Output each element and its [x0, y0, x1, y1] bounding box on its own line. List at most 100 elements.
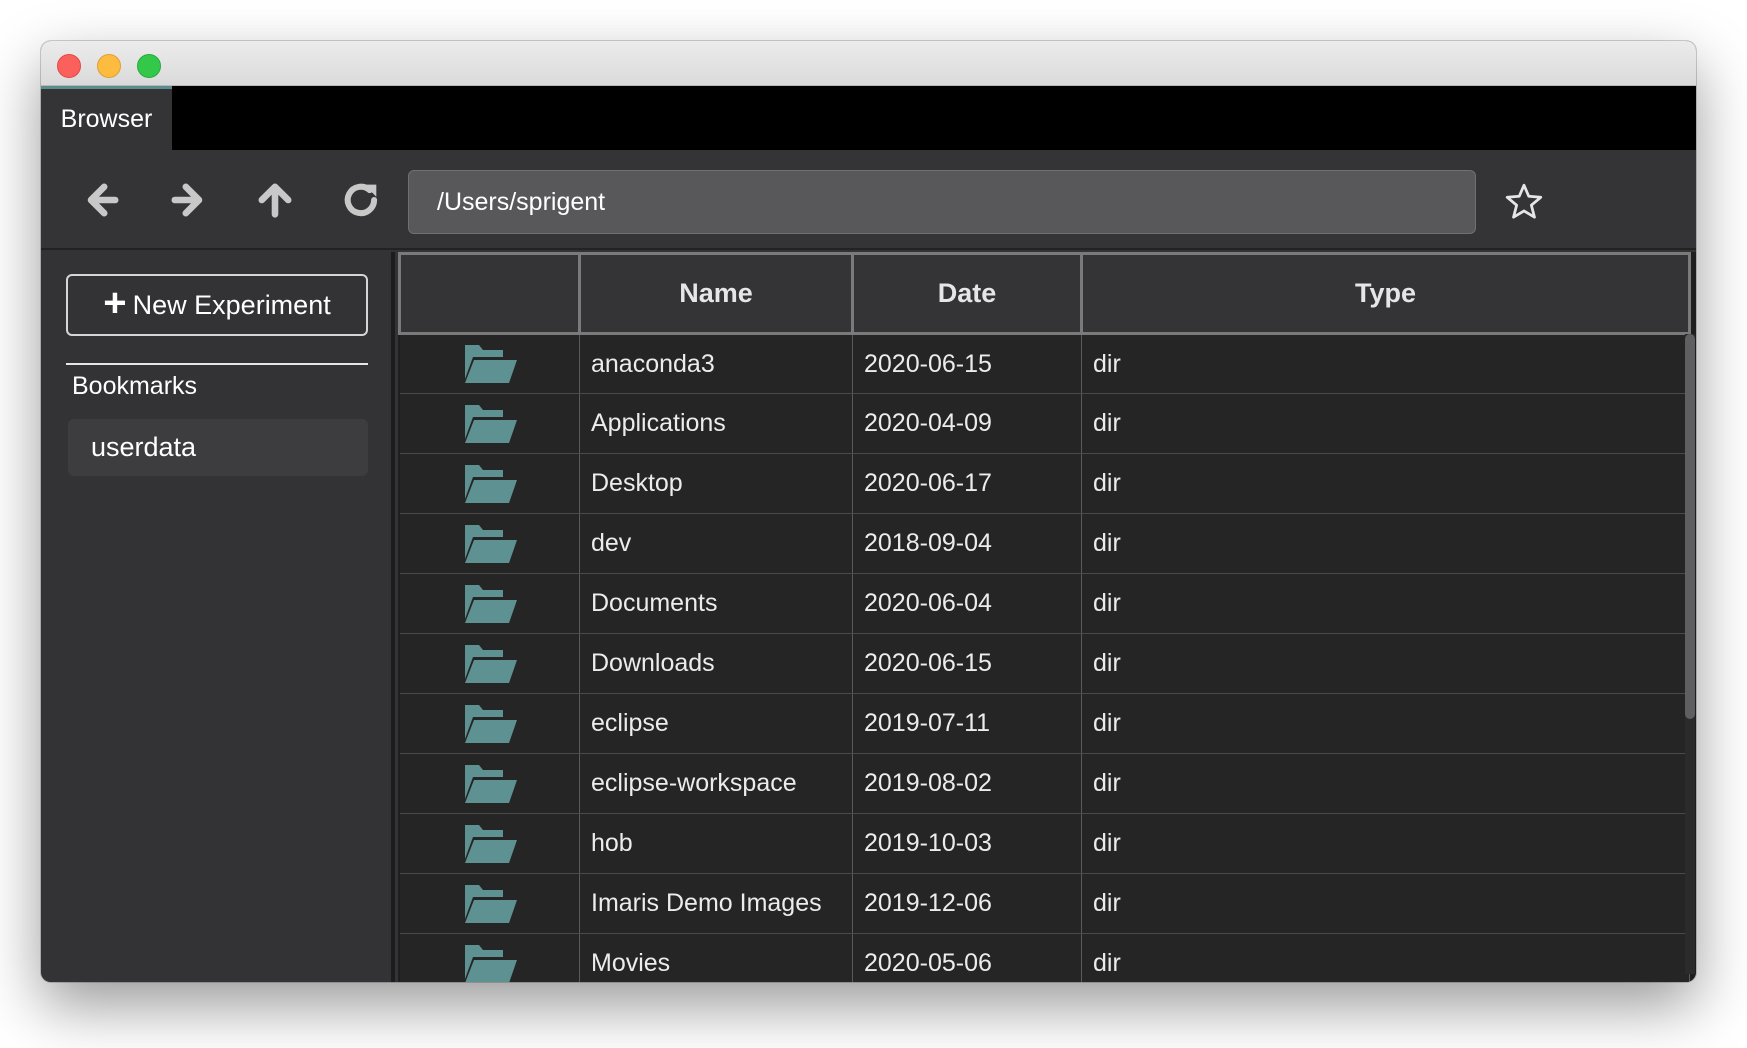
cell-date: 2019-10-03 — [852, 813, 1082, 874]
new-experiment-button[interactable]: + New Experiment — [66, 274, 368, 336]
folder-icon-cell — [399, 333, 580, 394]
bookmarks-divider — [66, 363, 368, 365]
table-row[interactable]: Desktop 2020-06-17 dir — [399, 453, 1690, 514]
up-button[interactable] — [245, 170, 305, 230]
address-bar[interactable]: /Users/sprigent — [408, 170, 1476, 234]
cell-name: eclipse-workspace — [579, 753, 853, 814]
bookmarks-title: Bookmarks — [72, 372, 198, 400]
column-header-name[interactable]: Name — [578, 252, 854, 335]
folder-icon-front — [465, 959, 518, 982]
cell-type: dir — [1081, 453, 1690, 514]
cell-name: Documents — [579, 573, 853, 634]
plus-icon: + — [103, 281, 127, 325]
cell-type: dir — [1081, 873, 1690, 934]
back-button[interactable] — [72, 170, 132, 230]
cell-date: 2019-12-06 — [852, 873, 1082, 934]
folder-icon — [465, 644, 518, 683]
folder-icon — [465, 884, 518, 923]
cell-date: 2020-06-15 — [852, 333, 1082, 394]
minimize-button[interactable] — [97, 54, 121, 78]
folder-icon — [465, 704, 518, 743]
maximize-button[interactable] — [137, 54, 161, 78]
bookmark-button[interactable] — [1494, 172, 1554, 232]
cell-type: dir — [1081, 753, 1690, 814]
cell-name: Imaris Demo Images — [579, 873, 853, 934]
new-experiment-label: New Experiment — [132, 289, 331, 320]
folder-icon — [465, 584, 518, 623]
folder-icon — [465, 345, 518, 383]
cell-date: 2019-07-11 — [852, 693, 1082, 754]
folder-icon-front — [465, 599, 518, 623]
folder-icon-front — [465, 659, 518, 683]
cell-type: dir — [1081, 333, 1690, 394]
table-row[interactable]: Documents 2020-06-04 dir — [399, 573, 1690, 634]
cell-name: Applications — [579, 393, 853, 454]
folder-icon-front — [465, 719, 518, 743]
cell-type: dir — [1081, 693, 1690, 754]
folder-icon — [465, 404, 518, 443]
refresh-button[interactable] — [332, 170, 392, 230]
folder-icon-cell — [399, 933, 580, 982]
app-window: Browser /Users/sprigent + New Experiment… — [41, 41, 1696, 982]
table-row[interactable]: eclipse 2019-07-11 dir — [399, 693, 1690, 754]
table-row[interactable]: hob 2019-10-03 dir — [399, 813, 1690, 874]
folder-icon-cell — [399, 453, 580, 514]
column-header-date[interactable]: Date — [851, 252, 1083, 335]
cell-name: Downloads — [579, 633, 853, 694]
arrow-left-icon — [87, 183, 119, 217]
folder-icon-cell — [399, 813, 580, 874]
table-row[interactable]: Downloads 2020-06-15 dir — [399, 633, 1690, 694]
cell-date: 2020-06-04 — [852, 573, 1082, 634]
scrollbar-thumb[interactable] — [1685, 334, 1695, 719]
forward-button[interactable] — [158, 170, 218, 230]
table-row[interactable]: Movies 2020-05-06 dir — [399, 933, 1690, 982]
vertical-scrollbar[interactable] — [1685, 334, 1695, 974]
folder-icon-front — [465, 360, 518, 383]
folder-icon — [465, 524, 518, 563]
folder-icon — [465, 464, 518, 503]
column-header-type[interactable]: Type — [1080, 252, 1691, 335]
cell-type: dir — [1081, 573, 1690, 634]
folder-icon-cell — [399, 633, 580, 694]
column-header-icon[interactable] — [398, 252, 581, 335]
tab-browser[interactable]: Browser — [41, 86, 172, 150]
arrow-right-icon — [171, 183, 203, 217]
folder-icon-cell — [399, 513, 580, 574]
cell-type: dir — [1081, 513, 1690, 574]
folder-icon-cell — [399, 573, 580, 634]
title-bar — [41, 41, 1696, 86]
cell-type: dir — [1081, 813, 1690, 874]
cell-type: dir — [1081, 933, 1690, 982]
cell-name: anaconda3 — [579, 333, 853, 394]
bookmark-item-label: userdata — [91, 432, 197, 462]
folder-icon — [465, 764, 518, 803]
folder-icon-front — [465, 479, 518, 503]
table-row[interactable]: Imaris Demo Images 2019-12-06 dir — [399, 873, 1690, 934]
folder-icon-cell — [399, 753, 580, 814]
table-row[interactable]: dev 2018-09-04 dir — [399, 513, 1690, 574]
cell-date: 2019-08-02 — [852, 753, 1082, 814]
refresh-icon — [344, 183, 378, 217]
table-row[interactable]: Applications 2020-04-09 dir — [399, 393, 1690, 454]
folder-icon-cell — [399, 393, 580, 454]
folder-icon-cell — [399, 873, 580, 934]
folder-icon — [465, 944, 518, 982]
cell-date: 2020-06-15 — [852, 633, 1082, 694]
bookmark-item-userdata[interactable]: userdata — [68, 419, 368, 476]
tab-bar: Browser — [41, 86, 1696, 150]
table-row[interactable]: anaconda3 2020-06-15 dir — [399, 333, 1690, 394]
close-button[interactable] — [57, 54, 81, 78]
file-table: Name Date Type anaconda3 2020-06-15 dir App… — [398, 252, 1691, 982]
table-header-row: Name Date Type — [398, 252, 1691, 335]
folder-icon-cell — [399, 693, 580, 754]
cell-date: 2020-05-06 — [852, 933, 1082, 982]
cell-name: dev — [579, 513, 853, 574]
folder-icon-front — [465, 419, 518, 443]
tab-browser-label: Browser — [60, 105, 153, 133]
cell-name: Desktop — [579, 453, 853, 514]
cell-date: 2020-06-17 — [852, 453, 1082, 514]
cell-date: 2020-04-09 — [852, 393, 1082, 454]
table-row[interactable]: eclipse-workspace 2019-08-02 dir — [399, 753, 1690, 814]
cell-name: eclipse — [579, 693, 853, 754]
folder-icon-front — [465, 779, 518, 803]
